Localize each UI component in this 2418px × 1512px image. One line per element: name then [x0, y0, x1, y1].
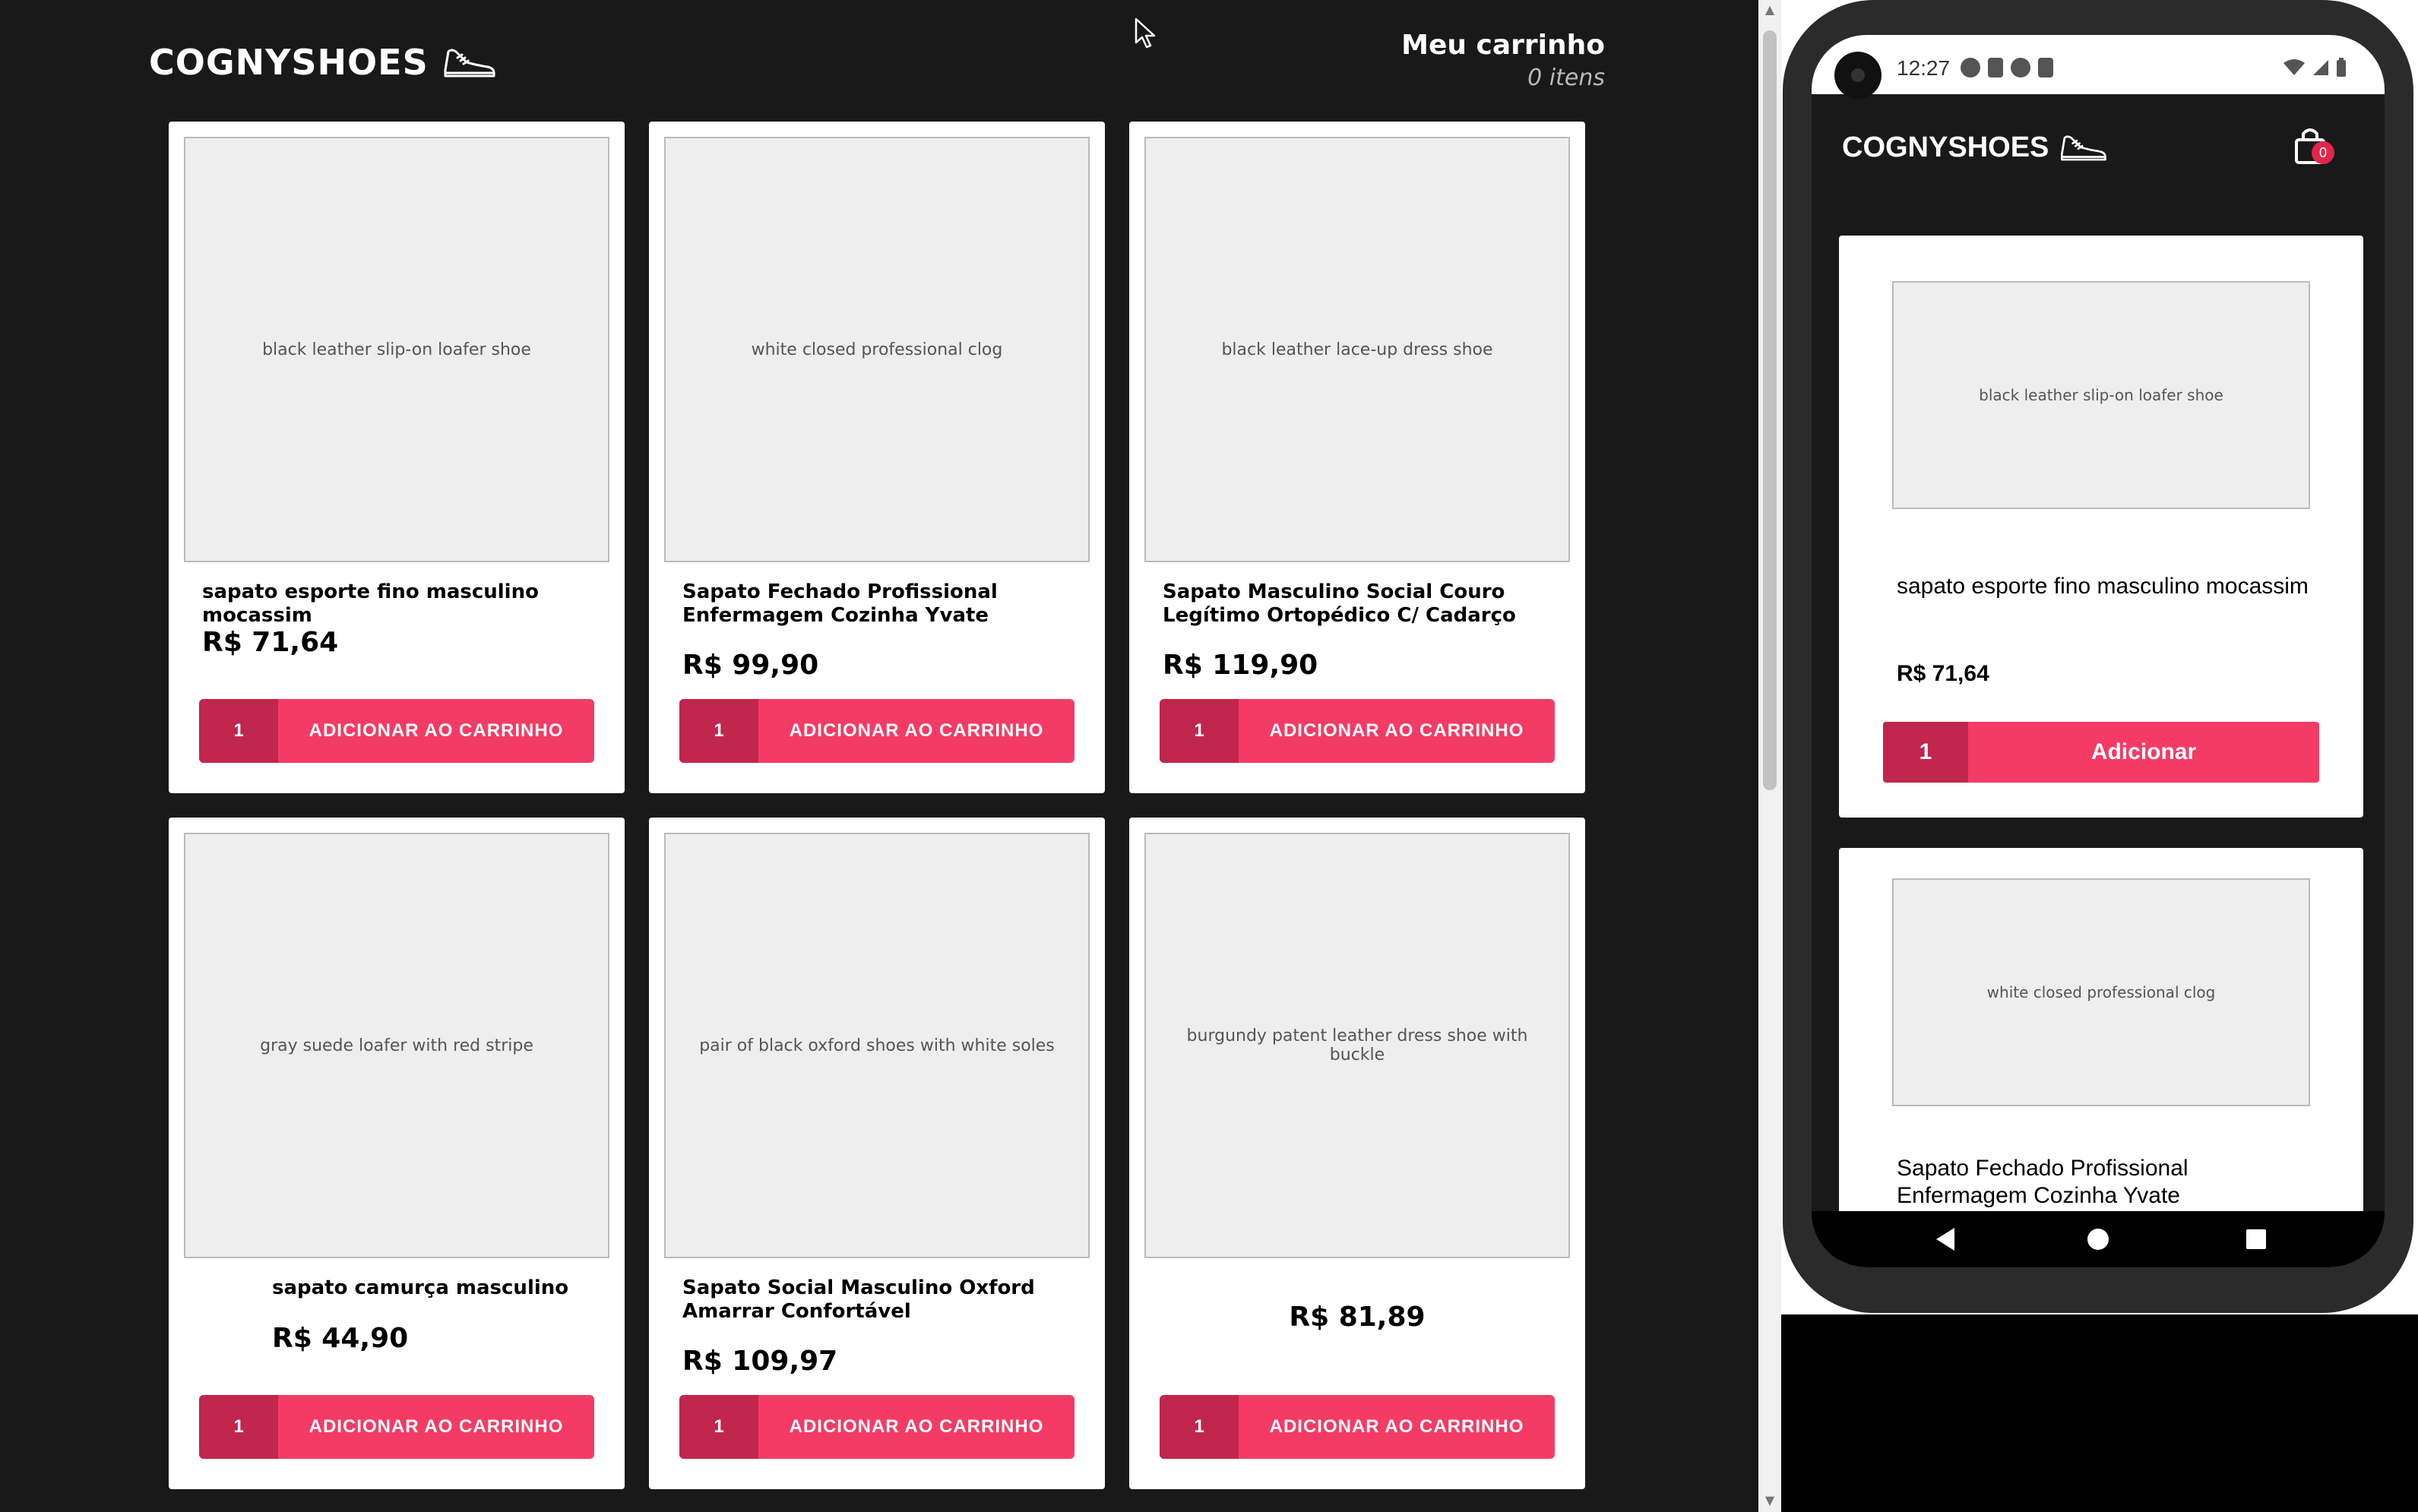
web-app: COGNYSHOES Meu carrinho 0 itens black le… — [0, 0, 1758, 1512]
product-title: Sapato Fechado Profissional Enfermagem C… — [682, 580, 998, 627]
mobile-brand-name: COGNYSHOES — [1842, 131, 2049, 163]
scroll-up-arrow-icon[interactable]: ▲ — [1758, 0, 1781, 20]
add-to-cart-button[interactable]: 1 Adicionar — [1883, 722, 2319, 783]
quantity-value[interactable]: 1 — [679, 1395, 758, 1459]
product-title: Sapato Fechado Profissional Enfermagem C… — [1897, 1156, 2189, 1208]
product-price: R$ 71,64 — [202, 627, 339, 658]
cart-summary[interactable]: Meu carrinho 0 itens — [1337, 27, 1605, 93]
scrollbar-thumb[interactable] — [1763, 30, 1777, 790]
cart-title: Meu carrinho — [1401, 30, 1605, 61]
product-title: Sapato Masculino Social Couro Legítimo O… — [1163, 580, 1516, 627]
product-price: R$ 119,90 — [1163, 650, 1318, 681]
product-title: sapato esporte fino masculino mocassim — [1897, 574, 2309, 599]
quantity-value[interactable]: 1 — [1160, 1395, 1239, 1459]
quantity-value[interactable]: 1 — [679, 699, 758, 763]
phone-screen: 12:27 COGNYSHOES 0 black leather slip-on… — [1812, 35, 2385, 1267]
product-image: black leather slip-on loafer shoe — [184, 137, 609, 562]
product-image: burgundy patent leather dress shoe with … — [1144, 833, 1570, 1258]
add-to-cart-label: Adicionar — [2090, 739, 2197, 764]
add-to-cart-button[interactable]: 1 ADICIONAR AO CARRINHO — [679, 699, 1074, 763]
add-to-cart-button[interactable]: 1 ADICIONAR AO CARRINHO — [199, 1395, 594, 1459]
add-to-cart-button[interactable]: 1 ADICIONAR AO CARRINHO — [1160, 1395, 1555, 1459]
notification-icon — [2011, 58, 2030, 77]
add-to-cart-label: ADICIONAR AO CARRINHO — [789, 1416, 1044, 1437]
product-card: white closed professional clog Sapato Fe… — [649, 122, 1105, 793]
add-to-cart-label: ADICIONAR AO CARRINHO — [309, 720, 564, 741]
quantity-value[interactable]: 1 — [1883, 722, 1968, 783]
add-to-cart-button[interactable]: 1 ADICIONAR AO CARRINHO — [679, 1395, 1074, 1459]
battery-icon — [2337, 58, 2346, 77]
notification-icon — [1988, 58, 2003, 77]
product-price: R$ 71,64 — [1897, 661, 1989, 686]
product-price: R$ 99,90 — [682, 650, 819, 681]
product-card: black leather slip-on loafer shoe sapato… — [169, 122, 625, 793]
recents-icon[interactable] — [2239, 1222, 2274, 1257]
add-to-cart-button[interactable]: 1 ADICIONAR AO CARRINHO — [199, 699, 594, 763]
brand-name: COGNYSHOES — [149, 42, 429, 83]
product-title: Sapato Social Masculino Oxford Amarrar C… — [682, 1276, 1035, 1323]
product-image: gray suede loafer with red stripe — [184, 833, 609, 1258]
mobile-product-card: white closed professional clog Sapato Fe… — [1839, 848, 2363, 1267]
product-image: pair of black oxford shoes with white so… — [664, 833, 1090, 1258]
android-nav-bar — [1812, 1211, 2385, 1267]
status-bar: 12:27 — [1812, 35, 2385, 99]
sd-card-icon — [2038, 58, 2053, 77]
product-image: white closed professional clog — [664, 137, 1090, 562]
product-price: R$ 81,89 — [1289, 1302, 1426, 1333]
brand-logo[interactable]: COGNYSHOES — [149, 40, 497, 85]
back-icon[interactable] — [1929, 1222, 1964, 1257]
add-to-cart-label: ADICIONAR AO CARRINHO — [309, 1416, 564, 1437]
wifi-icon — [2283, 59, 2305, 75]
product-image: black leather lace-up dress shoe — [1144, 137, 1570, 562]
status-system-icons — [2283, 58, 2347, 77]
product-card: gray suede loafer with red stripe sapato… — [169, 818, 625, 1489]
cart-badge: 0 — [2312, 141, 2334, 164]
product-title: sapato esporte fino masculino mocassim — [202, 580, 539, 627]
sneaker-icon — [444, 49, 495, 77]
product-price: R$ 109,97 — [682, 1346, 838, 1377]
home-icon[interactable] — [2081, 1222, 2116, 1257]
quantity-value[interactable]: 1 — [199, 1395, 278, 1459]
mobile-product-card: black leather slip-on loafer shoe sapato… — [1839, 236, 2363, 818]
front-camera-icon — [1834, 52, 1882, 99]
product-title: sapato camurça masculino — [272, 1276, 569, 1299]
sneaker-icon — [2061, 135, 2107, 161]
mouse-cursor-icon — [1135, 17, 1156, 49]
cart-item-count: 0 itens — [1527, 65, 1605, 91]
status-notification-icons — [1961, 58, 2053, 77]
add-to-cart-button[interactable]: 1 ADICIONAR AO CARRINHO — [1160, 699, 1555, 763]
mobile-brand-logo[interactable]: COGNYSHOES — [1842, 129, 2108, 166]
scroll-down-arrow-icon[interactable]: ▼ — [1758, 1491, 1781, 1510]
product-price: R$ 44,90 — [272, 1323, 409, 1354]
status-time: 12:27 — [1897, 56, 1951, 80]
notification-icon — [1961, 58, 1980, 77]
product-image: black leather slip-on loafer shoe — [1892, 281, 2310, 509]
product-card: black leather lace-up dress shoe Sapato … — [1129, 122, 1585, 793]
add-to-cart-label: ADICIONAR AO CARRINHO — [1269, 720, 1524, 741]
add-to-cart-label: ADICIONAR AO CARRINHO — [789, 720, 1044, 741]
product-card: burgundy patent leather dress shoe with … — [1129, 818, 1585, 1489]
add-to-cart-label: ADICIONAR AO CARRINHO — [1269, 1416, 1524, 1437]
product-image: white closed professional clog — [1892, 878, 2310, 1106]
quantity-value[interactable]: 1 — [1160, 699, 1239, 763]
page-scrollbar[interactable]: ▲ ▼ — [1758, 0, 1781, 1512]
quantity-value[interactable]: 1 — [199, 699, 278, 763]
product-card: pair of black oxford shoes with white so… — [649, 818, 1105, 1489]
signal-icon — [2313, 60, 2328, 75]
